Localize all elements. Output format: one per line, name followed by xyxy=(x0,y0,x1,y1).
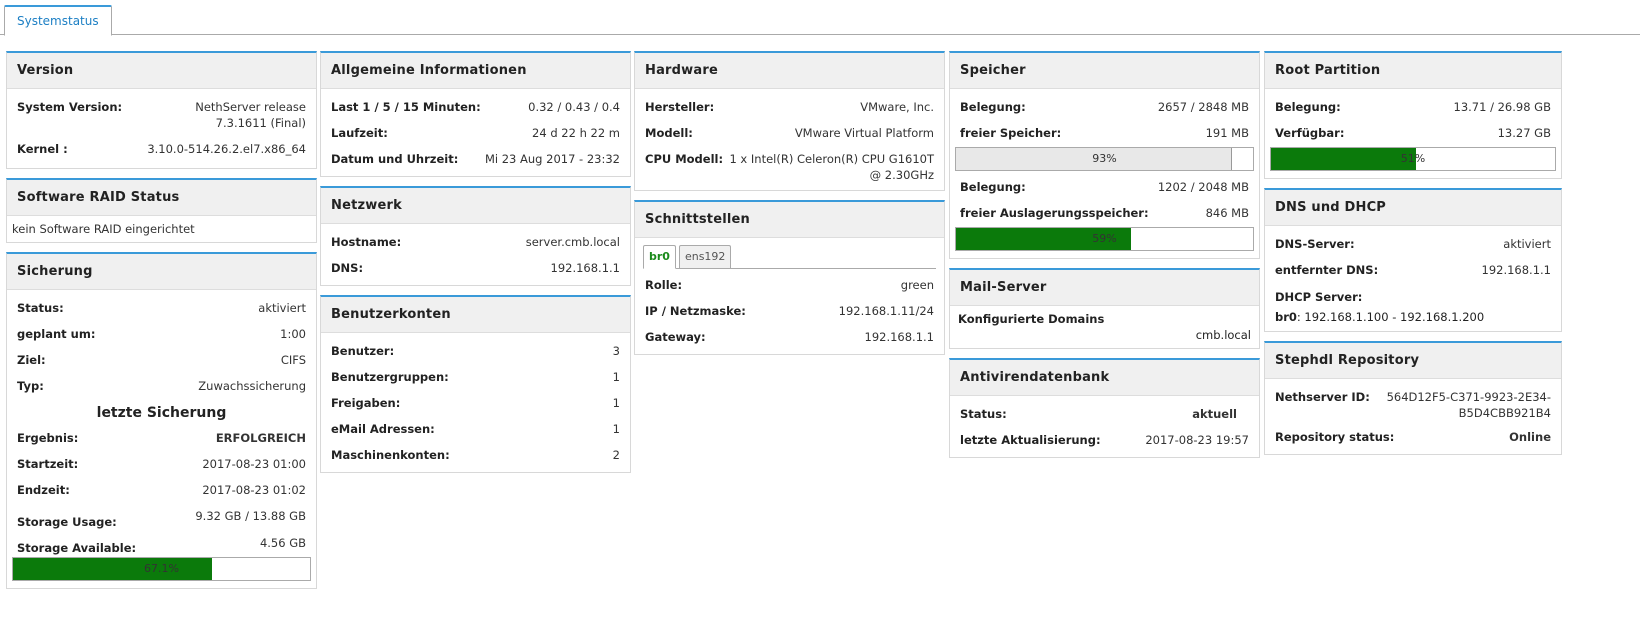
panel-version: Version System Version: NethServer relea… xyxy=(6,51,317,169)
row-antivirus-status: Status: aktuell xyxy=(960,400,1249,426)
row-vendor: Hersteller: VMware, Inc. xyxy=(645,100,934,114)
panel-general-info: Allgemeine Informationen Last 1 / 5 / 15… xyxy=(320,51,631,177)
status-badge: aktuell xyxy=(1192,407,1237,421)
row-remote-dns: entfernter DNS: 192.168.1.1 xyxy=(1275,263,1551,277)
row-dns: DNS: 192.168.1.1 xyxy=(331,261,620,275)
panel-dns-dhcp: DNS und DHCP DNS-Server: aktiviert entfe… xyxy=(1264,188,1562,332)
panel-title: Mail-Server xyxy=(950,270,1259,306)
row-backup-result: Ergebnis: ERFOLGREICH xyxy=(17,431,306,445)
column-1: Version System Version: NethServer relea… xyxy=(6,51,317,598)
panel-antivirus: Antivirendatenbank Status: aktuell letzt… xyxy=(949,358,1260,458)
tab-ens192[interactable]: ens192 xyxy=(678,245,732,268)
swap-progress-bar: 59% xyxy=(955,227,1254,251)
row-gateway: Gateway: 192.168.1.1 xyxy=(645,330,934,344)
interface-tabs: br0 ens192 xyxy=(643,245,936,269)
row-role: Rolle: green xyxy=(645,278,934,292)
row-uptime: Laufzeit: 24 d 22 h 22 m xyxy=(331,126,620,140)
column-4: Speicher Belegung: 2657 / 2848 MB freier… xyxy=(949,51,1260,467)
row-system-version: System Version: NethServer release 7.3.1… xyxy=(17,100,306,130)
column-3: Hardware Hersteller: VMware, Inc. Modell… xyxy=(634,51,945,364)
panel-user-accounts: Benutzerkonten Benutzer: 3 Benutzergrupp… xyxy=(320,295,631,473)
row-backup-start: Startzeit: 2017-08-23 01:00 xyxy=(17,457,306,471)
panel-mail-server: Mail-Server Konfigurierte Domains cmb.lo… xyxy=(949,268,1260,349)
dhcp-range: br0: 192.168.1.100 - 192.168.1.200 xyxy=(1275,310,1485,324)
row-machine-accounts: Maschinenkonten: 2 xyxy=(331,448,620,462)
panel-title: Benutzerkonten xyxy=(321,297,630,333)
row-storage-usage: Storage Usage: 9.32 GB / 13.88 GB xyxy=(17,509,306,529)
row-kernel: Kernel : 3.10.0-514.26.2.el7.x86_64 xyxy=(17,142,306,156)
panel-title: Antivirendatenbank xyxy=(950,360,1259,396)
row-storage-available: Storage Available: 4.56 GB xyxy=(17,536,306,555)
row-shares: Freigaben: 1 xyxy=(331,396,620,410)
panel-memory: Speicher Belegung: 2657 / 2848 MB freier… xyxy=(949,51,1260,259)
row-swap-used: Belegung: 1202 / 2048 MB xyxy=(960,180,1249,194)
row-repo-status: Repository status: Online xyxy=(1275,430,1551,444)
row-nethserver-id: Nethserver ID: 564D12F5-C371-9923-2E34-B… xyxy=(1275,390,1551,420)
row-antivirus-updated: letzte Aktualisierung: 2017-08-23 19:57 xyxy=(960,433,1249,447)
panel-title: Sicherung xyxy=(7,254,316,290)
memory-progress-bar: 93% xyxy=(955,147,1254,171)
root-progress-bar: 51% xyxy=(1270,147,1556,171)
panel-interfaces: Schnittstellen br0 ens192 Rolle: green I… xyxy=(634,200,945,355)
row-email: eMail Adressen: 1 xyxy=(331,422,620,436)
row-load: Last 1 / 5 / 15 Minuten: 0.32 / 0.43 / 0… xyxy=(331,100,620,114)
row-groups: Benutzergruppen: 1 xyxy=(331,370,620,384)
row-datetime: Datum und Uhrzeit: Mi 23 Aug 2017 - 23:3… xyxy=(331,152,620,166)
tab-systemstatus[interactable]: Systemstatus xyxy=(4,5,112,36)
panel-title: Software RAID Status xyxy=(7,180,316,216)
row-hostname: Hostname: server.cmb.local xyxy=(331,235,620,249)
raid-status-text: kein Software RAID eingerichtet xyxy=(12,222,195,236)
panel-title: Netzwerk xyxy=(321,188,630,224)
panel-root-partition: Root Partition Belegung: 13.71 / 26.98 G… xyxy=(1264,51,1562,179)
panel-title: Stephdl Repository xyxy=(1265,343,1561,379)
row-model: Modell: VMware Virtual Platform xyxy=(645,126,934,140)
row-root-used: Belegung: 13.71 / 26.98 GB xyxy=(1275,100,1551,114)
panel-hardware: Hardware Hersteller: VMware, Inc. Modell… xyxy=(634,51,945,191)
row-backup-target: Ziel: CIFS xyxy=(17,353,306,367)
column-5: Root Partition Belegung: 13.71 / 26.98 G… xyxy=(1264,51,1562,464)
panel-title: Speicher xyxy=(950,53,1259,89)
panel-title: Hardware xyxy=(635,53,944,89)
tab-bar: Systemstatus xyxy=(0,0,1640,36)
storage-progress-bar: 67.1% xyxy=(12,557,311,581)
row-root-available: Verfügbar: 13.27 GB xyxy=(1275,126,1551,140)
mail-domains: Konfigurierte Domains cmb.local xyxy=(958,312,1251,342)
row-memory-free: freier Speicher: 191 MB xyxy=(960,126,1249,140)
row-ip: IP / Netzmaske: 192.168.1.11/24 xyxy=(645,304,934,318)
row-swap-free: freier Auslagerungsspeicher: 846 MB xyxy=(960,206,1249,220)
row-backup-type: Typ: Zuwachssicherung xyxy=(17,379,306,393)
panel-backup: Sicherung Status: aktiviert geplant um: … xyxy=(6,252,317,589)
row-memory-used: Belegung: 2657 / 2848 MB xyxy=(960,100,1249,114)
panel-network: Netzwerk Hostname: server.cmb.local DNS:… xyxy=(320,186,631,286)
panel-software-raid: Software RAID Status kein Software RAID … xyxy=(6,178,317,243)
panel-title: Root Partition xyxy=(1265,53,1561,89)
row-dns-server: DNS-Server: aktiviert xyxy=(1275,237,1551,251)
last-backup-title: letzte Sicherung xyxy=(96,405,227,421)
panel-title: Version xyxy=(7,53,316,89)
panel-title: Allgemeine Informationen xyxy=(321,53,630,89)
row-backup-status: Status: aktiviert xyxy=(17,301,306,315)
panel-repository: Stephdl Repository Nethserver ID: 564D12… xyxy=(1264,341,1562,455)
row-cpu: CPU Modell: 1 x Intel(R) Celeron(R) CPU … xyxy=(645,152,934,182)
dhcp-server: DHCP Server: br0: 192.168.1.100 - 192.16… xyxy=(1275,282,1551,326)
status-badge: Online xyxy=(1509,430,1551,444)
row-backup-end: Endzeit: 2017-08-23 01:02 xyxy=(17,483,306,497)
tab-br0[interactable]: br0 xyxy=(643,245,676,269)
row-backup-planned: geplant um: 1:00 xyxy=(17,327,306,341)
panel-title: Schnittstellen xyxy=(635,202,944,238)
status-badge: ERFOLGREICH xyxy=(215,431,306,445)
column-2: Allgemeine Informationen Last 1 / 5 / 15… xyxy=(320,51,631,482)
row-users: Benutzer: 3 xyxy=(331,344,620,358)
panel-title: DNS und DHCP xyxy=(1265,190,1561,226)
